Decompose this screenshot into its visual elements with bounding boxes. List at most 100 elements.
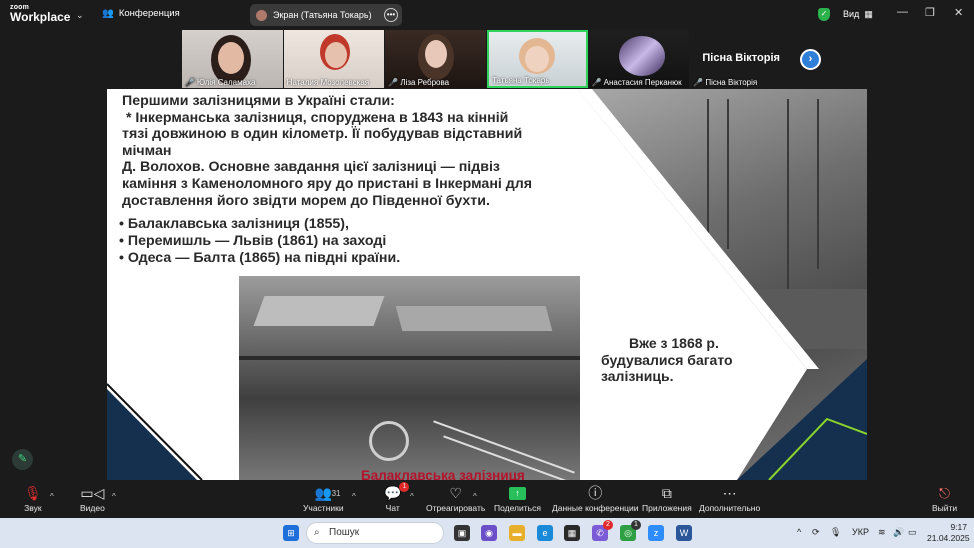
chevron-down-icon[interactable]: ⌄ — [76, 10, 84, 21]
conference-label: Конференция — [118, 8, 180, 19]
more-label: Дополнительно — [699, 503, 761, 513]
heart-icon: ♡ — [449, 485, 462, 501]
meeting-toolbar: 🎙 Звук ^ ▭◁ Видео ^ 👥 31 Участники ^ 💬 1 Ч… — [0, 480, 974, 518]
people-icon: 👥 31 — [315, 483, 341, 503]
chevron-up-icon[interactable]: ^ — [50, 492, 54, 501]
zoom-taskbar-icon[interactable]: z — [648, 525, 664, 541]
participant-name: Татьяна Токарь — [492, 76, 550, 85]
view-label: Вид — [843, 9, 860, 19]
chat-button[interactable]: 💬 1 Чат — [384, 482, 410, 513]
mic-muted-icon: 🎤 — [185, 78, 195, 87]
edge-icon[interactable]: e — [537, 525, 553, 541]
mic-muted-icon: 🎙 — [24, 485, 42, 501]
task-view-icon[interactable]: ▣ — [454, 525, 470, 541]
volume-icon[interactable]: 🔊 — [893, 527, 904, 538]
word-icon[interactable]: W — [676, 525, 692, 541]
railway-photo — [239, 276, 580, 480]
apps-label: Приложения — [642, 503, 692, 513]
file-explorer-icon[interactable]: ▬ — [509, 525, 525, 541]
windows-start-icon[interactable]: ⊞ — [283, 525, 299, 541]
participant-tile[interactable]: Пісна Вікторія 🎤 Пісна Вікторія — [690, 30, 792, 88]
video-button[interactable]: ▭◁ Видео — [80, 483, 105, 513]
slide-line: тязі довжиною в один кілометр. Її побуду… — [122, 126, 523, 143]
store-icon[interactable]: ▦ — [564, 525, 580, 541]
share-button[interactable]: ↑ Поделиться — [494, 483, 541, 513]
participants-label: Участники — [303, 503, 344, 513]
chrome-icon[interactable]: ◎ 1 — [620, 520, 641, 541]
mic-muted-icon: 🎤 — [591, 78, 602, 87]
conference-info-label: Данные конференции — [552, 503, 639, 513]
wifi-icon[interactable]: ≋ — [878, 527, 886, 538]
slide-line: каміння з Каменоломного яру до пристані … — [122, 175, 533, 192]
conference-info-button[interactable]: ⓘ Данные конференции — [552, 483, 639, 513]
participant-tile[interactable]: 🎤 Анастасия Перканюк — [588, 30, 690, 88]
mic-tray-icon[interactable]: 🎙 — [830, 527, 841, 538]
shared-slide: Першими залізницями в Україні стали: * І… — [107, 89, 867, 480]
slide-line: Д. Волохов. Основне завдання цієї залізн… — [122, 159, 500, 176]
chevron-up-icon[interactable]: ^ — [473, 492, 477, 501]
video-label: Видео — [80, 503, 105, 513]
participant-tile-active[interactable]: Татьяна Токарь — [487, 30, 588, 88]
chat-badge: 1 — [399, 482, 410, 492]
leave-icon: ⎋ — [939, 485, 951, 501]
network-tray-icon[interactable]: ⟳ — [812, 527, 820, 538]
search-placeholder: Пошук — [329, 527, 360, 538]
camera-icon: ▭◁ — [80, 485, 105, 501]
screen-share-indicator[interactable]: Экран (Татьяна Токарь) ••• — [250, 4, 402, 26]
viber-icon[interactable]: ✆ 2 — [592, 520, 613, 541]
chevron-up-icon[interactable]: ^ — [352, 492, 356, 501]
search-icon: ⌕ — [314, 527, 320, 538]
leave-label: Выйти — [932, 503, 958, 513]
annotate-pencil-icon[interactable]: ✎ — [12, 449, 33, 470]
more-icon: ⋯ — [722, 485, 737, 501]
side-note-line: будувалися багато — [601, 351, 733, 368]
bullet-item: • Балаклавська залізниця (1855), — [119, 216, 349, 232]
participants-button[interactable]: 👥 31 Участники — [303, 483, 344, 513]
photo-caption: Балаклавська залізниця — [361, 468, 525, 480]
audio-button[interactable]: 🎙 Звук — [24, 483, 42, 513]
side-note-line: залізниць. — [601, 368, 674, 384]
participant-tile[interactable]: 🎤 Ліза Реброва — [385, 30, 487, 88]
slide-line: доставлення його звідти морем до Південн… — [122, 192, 490, 209]
participant-name: 🎤 Пісна Вікторія — [693, 78, 758, 87]
view-button[interactable]: Вид ▦ — [843, 9, 873, 20]
participant-tile[interactable]: Наталия Мозолевская — [283, 30, 385, 88]
battery-icon[interactable]: ▭ — [908, 527, 917, 538]
more-options-icon[interactable]: ••• — [384, 8, 398, 22]
taskbar-search[interactable]: ⌕ Пошук — [306, 522, 444, 544]
chevron-up-icon[interactable]: ^ — [410, 492, 414, 501]
participants-count: 31 — [331, 489, 341, 498]
slide-bullets: • Балаклавська залізниця (1855), • Перем… — [119, 216, 400, 266]
participant-tile[interactable]: 🎤 Юлія Саламаха — [182, 30, 283, 88]
participant-strip: 🎤 Юлія Саламаха Наталия Мозолевская 🎤 Ліза… — [182, 30, 792, 88]
info-icon: ⓘ — [588, 485, 603, 501]
bullet-item: • Перемишль — Львів (1861) на заході — [119, 232, 387, 249]
apps-button[interactable]: ⧉ Приложения — [642, 483, 692, 513]
viber-badge: 2 — [603, 520, 613, 530]
apps-icon: ⧉ — [661, 485, 672, 501]
minimize-button[interactable]: — — [897, 6, 908, 18]
language-indicator[interactable]: УКР — [852, 527, 869, 537]
shield-icon[interactable]: ✓ — [818, 8, 830, 21]
side-note-line: Вже з 1868 р. — [629, 335, 719, 351]
chevron-up-icon[interactable]: ^ — [797, 527, 801, 537]
participant-name: 🎤 Ліза Реброва — [388, 78, 450, 87]
chevron-up-icon[interactable]: ^ — [112, 492, 116, 501]
leave-button[interactable]: ⎋ Выйти — [932, 483, 957, 513]
restore-button[interactable]: ❐ — [925, 6, 935, 19]
participant-name: 🎤 Анастасия Перканюк — [591, 78, 682, 87]
zoom-logo: zoom Workplace — [10, 4, 70, 23]
participant-name: Наталия Мозолевская — [286, 78, 370, 87]
bullet-item: • Одеса — Балта (1865) на півдні країни. — [119, 249, 401, 266]
mic-muted-icon: 🎤 — [388, 78, 399, 87]
slide-line: мічман — [122, 142, 172, 159]
more-button[interactable]: ⋯ Дополнительно — [699, 483, 760, 513]
close-button[interactable]: ✕ — [954, 6, 963, 19]
share-screen-icon: ↑ — [508, 483, 526, 503]
people-icon: 👥 — [102, 8, 114, 19]
chevron-right-icon[interactable]: › — [800, 49, 821, 70]
teams-icon[interactable]: ◉ — [481, 525, 497, 541]
chrome-badge: 1 — [631, 520, 641, 530]
taskbar-clock[interactable]: 9:17 21.04.2025 — [927, 522, 970, 544]
conference-menu[interactable]: 👥 Конференция — [102, 8, 180, 19]
